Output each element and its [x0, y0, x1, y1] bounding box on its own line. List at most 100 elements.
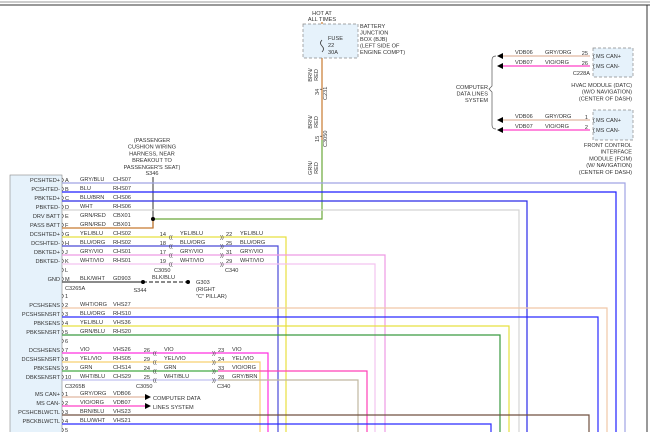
ground-location: (RIGHT: [196, 287, 216, 293]
pin-id: 2: [585, 125, 588, 131]
pin-id: H: [65, 241, 69, 247]
pin-name-label: PASS BATT: [30, 223, 61, 229]
connector-c3050-label: C3050: [154, 268, 170, 274]
arrow-icon: [497, 53, 503, 59]
connector-symbol: (: [593, 64, 595, 70]
all-times-label: ALL TIMES: [308, 17, 337, 23]
circuit-id: RHS20: [113, 329, 131, 335]
pin-id: 1: [65, 294, 68, 300]
feed-wire-color: RED: [314, 162, 320, 174]
circuit-id: RHS01: [113, 258, 131, 264]
wire-color-code: WHT: [80, 204, 93, 210]
pin-id: 6: [65, 339, 68, 345]
bjb-label-line: BATTERY: [360, 24, 386, 30]
mid-connector-pin: 18: [160, 241, 166, 247]
pin-name-label: PCSHSENS: [29, 303, 60, 309]
wire-color-code: WHT/VIO: [80, 258, 105, 264]
pin-id: 4: [65, 419, 68, 425]
circuit-id: RHS06: [113, 204, 131, 210]
pin-id: 26: [582, 61, 588, 67]
pin-id: B: [65, 187, 69, 193]
feed-wire-grn-red: [153, 140, 323, 220]
circuit-id: VDB06: [515, 50, 533, 56]
pin-name-label: PBKTED-: [36, 205, 60, 211]
wire-color-code: BLU: [80, 186, 91, 192]
far-connector-pin: 24: [218, 357, 224, 363]
wire-color-code: GRY/ORG: [80, 391, 106, 397]
circuit-id: VHS23: [113, 409, 131, 415]
wire-color-code: GRY/ORG: [545, 114, 571, 120]
pin-id: G: [65, 232, 69, 238]
mid-wire-color: WHT/VIO: [180, 258, 205, 264]
bjb-label-line: JUNCTION: [360, 31, 388, 37]
wire-color-code: YEL/BLU: [80, 231, 103, 237]
connector-symbol: (: [593, 118, 595, 124]
far-connector-symbol: )): [220, 262, 224, 268]
pin-id: D: [65, 205, 69, 211]
pin-name-label: DBKSENSRT: [26, 375, 61, 381]
splice-note-line: CUSHION WIRING: [128, 145, 176, 151]
pin-name-label: MS CAN-: [36, 401, 60, 407]
pin-name-label: PBKSENSRT: [26, 330, 60, 336]
wire-VHS21: [62, 423, 492, 432]
far-connector-symbol: )): [220, 253, 224, 259]
connector-c340-label: C340: [217, 384, 230, 390]
mid-connector-symbol: ((: [169, 235, 173, 241]
pin-id: 5: [65, 330, 68, 336]
mid-connector-pin: 17: [160, 250, 166, 256]
wire-color-code: BLU/WHT: [80, 418, 106, 424]
ground-g303-icon: [186, 280, 190, 284]
data-lines-label: COMPUTER: [456, 85, 488, 91]
wire-color-code: BLK/WHT: [80, 276, 105, 282]
wire-CBX01: [62, 219, 154, 229]
splice-note-line: PASSENGER'S SEAT): [124, 165, 181, 171]
ground-g303-label: G303: [196, 280, 210, 286]
data-lines-reference: COMPUTER DATA: [153, 396, 201, 402]
fuse-rating: 30A: [328, 50, 338, 56]
fuse-number: 22: [328, 43, 334, 49]
arrow-icon: [145, 403, 151, 409]
wire-color-code: BRN/BLU: [80, 409, 104, 415]
arrow-icon: [497, 127, 503, 133]
bjb-label-line: (LEFT SIDE OF: [360, 44, 400, 50]
splice-s344-dot: [141, 280, 145, 284]
circuit-id: VHS36: [113, 320, 131, 326]
wire-color-code: WHT/BLU: [80, 374, 105, 380]
splice-note-line: HARNESS, NEAR: [129, 151, 175, 157]
fcim-module-label: (CENTER OF DASH): [579, 170, 632, 176]
pin-id: M: [65, 277, 70, 283]
circuit-id: RHS07: [113, 186, 131, 192]
mid-wire-color: GRN: [164, 365, 176, 371]
pin-name-label: DCSHSENSRT: [22, 357, 61, 363]
pin-name-label: DCSHSENS: [29, 348, 60, 354]
circuit-id: VDB06: [113, 391, 131, 397]
module-signal-label: MS CAN+: [596, 118, 621, 124]
fuse-label: FUSE: [328, 36, 343, 42]
mid-connector-pin: 24: [144, 366, 150, 372]
wire-color-code: GRN/RED: [80, 222, 106, 228]
hvac-module-label: (W/O NAVIGATION): [582, 90, 632, 96]
pin-name-label: MS CAN+: [35, 392, 60, 398]
mid-wire-color: GRY/VIO: [180, 249, 204, 255]
fcim-module-label: MODULE (FCIM): [589, 156, 632, 162]
brace: [488, 55, 497, 130]
data-lines-reference: LINES SYSTEM: [153, 405, 194, 411]
arrow-icon: [497, 117, 503, 123]
far-connector-symbol: )): [220, 244, 224, 250]
pin-id: 8: [65, 357, 68, 363]
mid-wire-color: VIO: [164, 347, 174, 353]
pin-name-label: PBCKBLWCTL: [22, 419, 60, 425]
mid-wire-color: YEL/BLU: [180, 231, 203, 237]
pin-id: J: [65, 250, 68, 256]
pin-id: 5: [65, 428, 68, 432]
hvac-module-label: (CENTER OF DASH): [579, 96, 632, 102]
wire-color-code: YEL/VIO: [80, 356, 102, 362]
mid-connector-symbol: ((: [169, 244, 173, 250]
mid-connector-pin: 19: [160, 259, 166, 265]
pin-name-label: PBKSENS: [34, 366, 61, 372]
wire-color-code: GRY/VIO: [80, 249, 104, 255]
wire-color-code: GRY/BLU: [80, 177, 104, 183]
pin-name-label: PBKSENS: [34, 321, 61, 327]
bjb-label-line: BOX (BJB): [360, 37, 387, 43]
splice-s344-label: S344: [133, 288, 146, 294]
